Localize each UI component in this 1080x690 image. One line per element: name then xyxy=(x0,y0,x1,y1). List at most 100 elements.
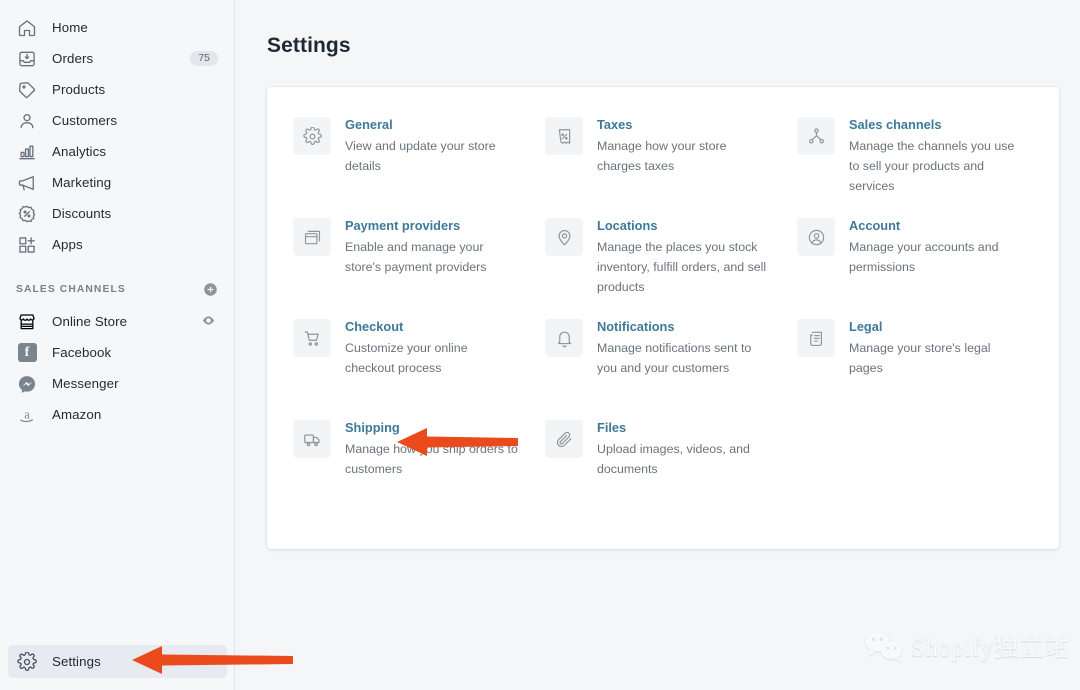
settings-item-title[interactable]: Account xyxy=(849,217,1024,234)
sidebar-footer: Settings xyxy=(0,645,235,690)
sidebar-item-label: Orders xyxy=(52,52,93,65)
sidebar-item-marketing[interactable]: Marketing xyxy=(8,167,226,198)
settings-item-description: Manage the places you stock inventory, f… xyxy=(597,237,772,297)
settings-item-title[interactable]: Notifications xyxy=(597,318,772,335)
sidebar-item-discounts[interactable]: Discounts xyxy=(8,198,226,229)
settings-grid-empty-cell xyxy=(797,418,1033,519)
settings-item-shipping[interactable]: Shipping Manage how you ship orders to c… xyxy=(293,418,529,519)
paperclip-icon xyxy=(545,420,583,458)
sidebar-item-apps[interactable]: Apps xyxy=(8,229,226,260)
eye-icon[interactable] xyxy=(201,313,216,331)
sidebar-item-label: Amazon xyxy=(52,408,101,421)
storefront-icon xyxy=(16,311,38,333)
sidebar-item-label: Analytics xyxy=(52,145,106,158)
settings-item-description: Enable and manage your store's payment p… xyxy=(345,237,520,277)
facebook-icon: f xyxy=(16,342,38,364)
settings-item-description: Manage how you ship orders to customers xyxy=(345,439,520,479)
settings-item-files[interactable]: Files Upload images, videos, and documen… xyxy=(545,418,781,519)
sidebar-item-products[interactable]: Products xyxy=(8,74,226,105)
sidebar-item-amazon[interactable]: a Amazon xyxy=(8,399,226,430)
apps-grid-icon xyxy=(16,234,38,256)
account-person-icon xyxy=(797,218,835,256)
sidebar-item-label: Customers xyxy=(52,114,117,127)
settings-item-title[interactable]: Checkout xyxy=(345,318,520,335)
settings-item-taxes[interactable]: Taxes Manage how your store charges taxe… xyxy=(545,115,781,216)
sidebar-item-settings[interactable]: Settings xyxy=(8,645,227,678)
shipping-truck-icon xyxy=(293,420,331,458)
sidebar-item-label: Home xyxy=(52,21,88,34)
sales-channels-section-header: SALES CHANNELS xyxy=(16,278,218,300)
marketing-megaphone-icon xyxy=(16,172,38,194)
settings-item-notifications[interactable]: Notifications Manage notifications sent … xyxy=(545,317,781,418)
watermark-text: Shopify独立站 xyxy=(911,628,1070,664)
settings-item-description: Manage your accounts and permissions xyxy=(849,237,1024,277)
sidebar-item-customers[interactable]: Customers xyxy=(8,105,226,136)
settings-item-description: Manage notifications sent to you and you… xyxy=(597,338,772,378)
settings-item-title[interactable]: Shipping xyxy=(345,419,520,436)
messenger-icon xyxy=(16,373,38,395)
settings-item-title[interactable]: Payment providers xyxy=(345,217,520,234)
settings-item-general[interactable]: General View and update your store detai… xyxy=(293,115,529,216)
settings-item-title[interactable]: General xyxy=(345,116,520,133)
amazon-icon: a xyxy=(16,404,38,426)
sidebar-item-analytics[interactable]: Analytics xyxy=(8,136,226,167)
home-icon xyxy=(16,17,38,39)
sidebar: Home Orders 75 Products Customers xyxy=(0,0,235,690)
gear-icon xyxy=(293,117,331,155)
svg-text:a: a xyxy=(24,407,30,421)
sales-channels-node-icon xyxy=(797,117,835,155)
settings-grid: General View and update your store detai… xyxy=(293,115,1033,519)
discounts-percent-icon xyxy=(16,203,38,225)
shopping-cart-icon xyxy=(293,319,331,357)
tax-receipt-icon xyxy=(545,117,583,155)
sidebar-item-label: Marketing xyxy=(52,176,111,189)
sidebar-item-label: Online Store xyxy=(52,315,127,328)
settings-item-checkout[interactable]: Checkout Customize your online checkout … xyxy=(293,317,529,418)
settings-item-description: Upload images, videos, and documents xyxy=(597,439,772,479)
customers-icon xyxy=(16,110,38,132)
settings-item-locations[interactable]: Locations Manage the places you stock in… xyxy=(545,216,781,317)
settings-item-sales-channels[interactable]: Sales channels Manage the channels you u… xyxy=(797,115,1033,216)
gear-icon xyxy=(16,651,38,673)
orders-count-badge: 75 xyxy=(190,51,218,67)
bell-icon xyxy=(545,319,583,357)
settings-item-legal[interactable]: Legal Manage your store's legal pages xyxy=(797,317,1033,418)
settings-item-payment-providers[interactable]: Payment providers Enable and manage your… xyxy=(293,216,529,317)
settings-item-description: Manage the channels you use to sell your… xyxy=(849,136,1024,196)
settings-item-description: View and update your store details xyxy=(345,136,520,176)
sidebar-item-home[interactable]: Home xyxy=(8,12,226,43)
sidebar-item-messenger[interactable]: Messenger xyxy=(8,368,226,399)
settings-item-title[interactable]: Locations xyxy=(597,217,772,234)
watermark: Shopify独立站 xyxy=(864,628,1070,664)
sidebar-item-facebook[interactable]: f Facebook xyxy=(8,337,226,368)
sidebar-item-label: Messenger xyxy=(52,377,119,390)
settings-item-title[interactable]: Taxes xyxy=(597,116,772,133)
main-content: Settings General View and update your st… xyxy=(235,0,1080,690)
settings-item-title[interactable]: Legal xyxy=(849,318,1024,335)
settings-item-title[interactable]: Sales channels xyxy=(849,116,1024,133)
sidebar-item-label: Discounts xyxy=(52,207,111,220)
wechat-icon xyxy=(864,630,904,662)
sidebar-item-orders[interactable]: Orders 75 xyxy=(8,43,226,74)
location-pin-icon xyxy=(545,218,583,256)
settings-item-description: Customize your online checkout process xyxy=(345,338,520,378)
settings-item-description: Manage your store's legal pages xyxy=(849,338,1024,378)
sidebar-item-label: Apps xyxy=(52,238,83,251)
legal-scroll-icon xyxy=(797,319,835,357)
sidebar-item-online-store[interactable]: Online Store xyxy=(8,306,226,337)
analytics-bars-icon xyxy=(16,141,38,163)
settings-item-account[interactable]: Account Manage your accounts and permiss… xyxy=(797,216,1033,317)
orders-icon xyxy=(16,48,38,70)
settings-button-label: Settings xyxy=(52,655,101,668)
payment-card-icon xyxy=(293,218,331,256)
settings-item-description: Manage how your store charges taxes xyxy=(597,136,772,176)
sidebar-item-label: Products xyxy=(52,83,105,96)
settings-item-title[interactable]: Files xyxy=(597,419,772,436)
page-title: Settings xyxy=(267,34,1059,58)
settings-card: General View and update your store detai… xyxy=(267,87,1059,549)
plus-circle-icon[interactable] xyxy=(203,282,218,297)
sidebar-item-label: Facebook xyxy=(52,346,111,359)
sales-channels-title: SALES CHANNELS xyxy=(16,284,126,295)
products-tag-icon xyxy=(16,79,38,101)
shopify-admin-window: Home Orders 75 Products Customers xyxy=(0,0,1080,690)
